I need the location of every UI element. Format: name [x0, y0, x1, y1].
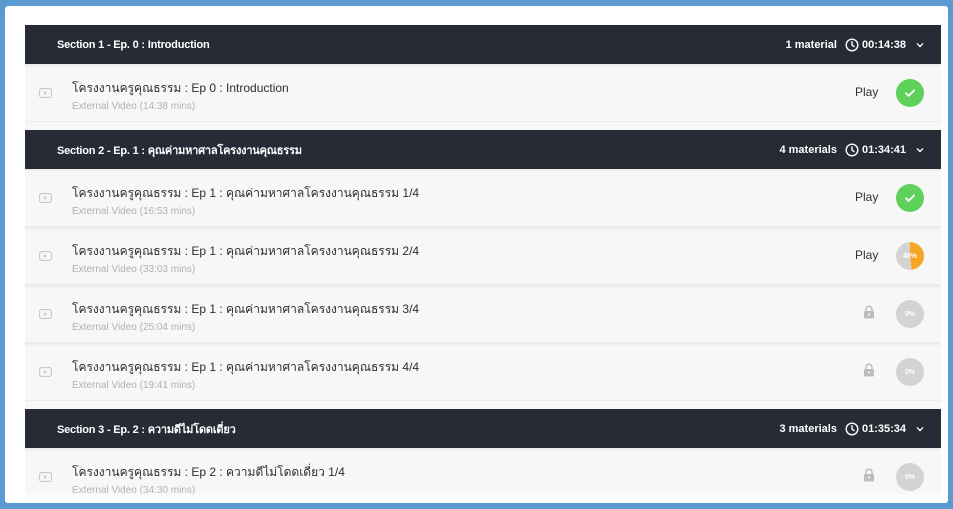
section-meta: 4 materials 01:34:41	[779, 142, 925, 157]
lesson-item[interactable]: โครงงานครูคุณธรรม : Ep 1 : คุณค่ามหาศาลโ…	[25, 227, 941, 285]
lesson-title: โครงงานครูคุณธรรม : Ep 1 : คุณค่ามหาศาลโ…	[72, 244, 420, 258]
section-material-count: 1 material	[785, 38, 837, 51]
completed-check-icon	[896, 79, 924, 107]
lesson-text: โครงงานครูคุณธรรม : Ep 0 : Introduction …	[72, 79, 289, 112]
section-meta: 1 material 00:14:38	[785, 37, 925, 52]
lesson-item[interactable]: โครงงานครูคุณธรรม : Ep 1 : คุณค่ามหาศาลโ…	[25, 169, 941, 227]
lesson-item: โครงงานครูคุณธรรม : Ep 1 : คุณค่ามหาศาลโ…	[25, 343, 941, 401]
clock-icon	[845, 37, 859, 52]
section-title: Section 1 - Ep. 0 : Introduction	[57, 38, 210, 51]
video-icon	[39, 193, 52, 203]
course-content-panel: Section 1 - Ep. 0 : Introduction 1 mater…	[5, 6, 948, 503]
video-icon	[39, 309, 52, 319]
lesson-text: โครงงานครูคุณธรรม : Ep 1 : คุณค่ามหาศาลโ…	[72, 184, 419, 217]
section-material-count: 3 materials	[779, 422, 837, 435]
lesson-text: โครงงานครูคุณธรรม : Ep 1 : คุณค่ามหาศาลโ…	[72, 300, 419, 333]
clock-icon	[845, 421, 859, 436]
video-icon	[39, 367, 52, 377]
section-duration: 01:35:34	[861, 422, 906, 435]
progress-indicator: 48%	[896, 242, 924, 270]
course-sections: Section 1 - Ep. 0 : Introduction 1 mater…	[25, 25, 941, 503]
lesson-subtitle: External Video (19:41 mins)	[72, 380, 196, 391]
progress-percent: 0%	[904, 310, 916, 318]
lesson-title: โครงงานครูคุณธรรม : Ep 1 : คุณค่ามหาศาลโ…	[72, 302, 420, 316]
section-duration: 01:34:41	[861, 143, 906, 156]
lesson-title: โครงงานครูคุณธรรม : Ep 2 : ความดีไม่โดดเ…	[72, 465, 345, 479]
video-icon	[39, 88, 52, 98]
progress-indicator: 0%	[896, 358, 924, 386]
play-button[interactable]: Play	[855, 248, 878, 262]
chevron-down-icon[interactable]	[915, 145, 925, 155]
play-button[interactable]: Play	[855, 190, 878, 204]
video-icon	[39, 472, 52, 482]
progress-percent: 48%	[902, 252, 917, 260]
progress-indicator: 0%	[896, 300, 924, 328]
lesson-subtitle: External Video (14:38 mins)	[72, 101, 196, 112]
bottom-fade	[5, 491, 948, 503]
video-icon	[39, 251, 52, 261]
play-button[interactable]: Play	[855, 85, 878, 99]
chevron-down-icon[interactable]	[915, 424, 925, 434]
lesson-text: โครงงานครูคุณธรรม : Ep 1 : คุณค่ามหาศาลโ…	[72, 242, 419, 275]
lesson-subtitle: External Video (16:53 mins)	[72, 206, 196, 217]
spacer	[25, 401, 941, 409]
section-title: Section 3 - Ep. 2 : ความดีไม่โดดเดี่ยว	[57, 423, 236, 436]
progress-indicator: 0%	[896, 463, 924, 491]
section-duration: 00:14:38	[861, 38, 906, 51]
lesson-item[interactable]: โครงงานครูคุณธรรม : Ep 0 : Introduction …	[25, 64, 941, 122]
progress-percent: 0%	[904, 473, 916, 481]
completed-check-icon	[896, 184, 924, 212]
section-meta: 3 materials 01:35:34	[779, 421, 925, 436]
lesson-title: โครงงานครูคุณธรรม : Ep 1 : คุณค่ามหาศาลโ…	[72, 360, 420, 374]
lock-icon	[864, 363, 874, 377]
section-header-2[interactable]: Section 2 - Ep. 1 : คุณค่ามหาศาลโครงงานค…	[25, 130, 941, 169]
lesson-subtitle: External Video (25:04 mins)	[72, 322, 196, 333]
clock-icon	[845, 142, 859, 157]
section-material-count: 4 materials	[779, 143, 837, 156]
lock-icon	[864, 468, 874, 482]
section-title: Section 2 - Ep. 1 : คุณค่ามหาศาลโครงงานค…	[57, 144, 302, 157]
spacer	[25, 122, 941, 130]
lesson-subtitle: External Video (33:03 mins)	[72, 264, 196, 275]
lesson-title: โครงงานครูคุณธรรม : Ep 0 : Introduction	[72, 81, 289, 95]
progress-percent: 0%	[904, 368, 916, 376]
chevron-down-icon[interactable]	[915, 40, 925, 50]
lesson-title: โครงงานครูคุณธรรม : Ep 1 : คุณค่ามหาศาลโ…	[72, 186, 420, 200]
lesson-item: โครงงานครูคุณธรรม : Ep 1 : คุณค่ามหาศาลโ…	[25, 285, 941, 343]
section-header-3[interactable]: Section 3 - Ep. 2 : ความดีไม่โดดเดี่ยว 3…	[25, 409, 941, 448]
lesson-text: โครงงานครูคุณธรรม : Ep 1 : คุณค่ามหาศาลโ…	[72, 358, 419, 391]
lock-icon	[864, 305, 874, 319]
section-header-1[interactable]: Section 1 - Ep. 0 : Introduction 1 mater…	[25, 25, 941, 64]
